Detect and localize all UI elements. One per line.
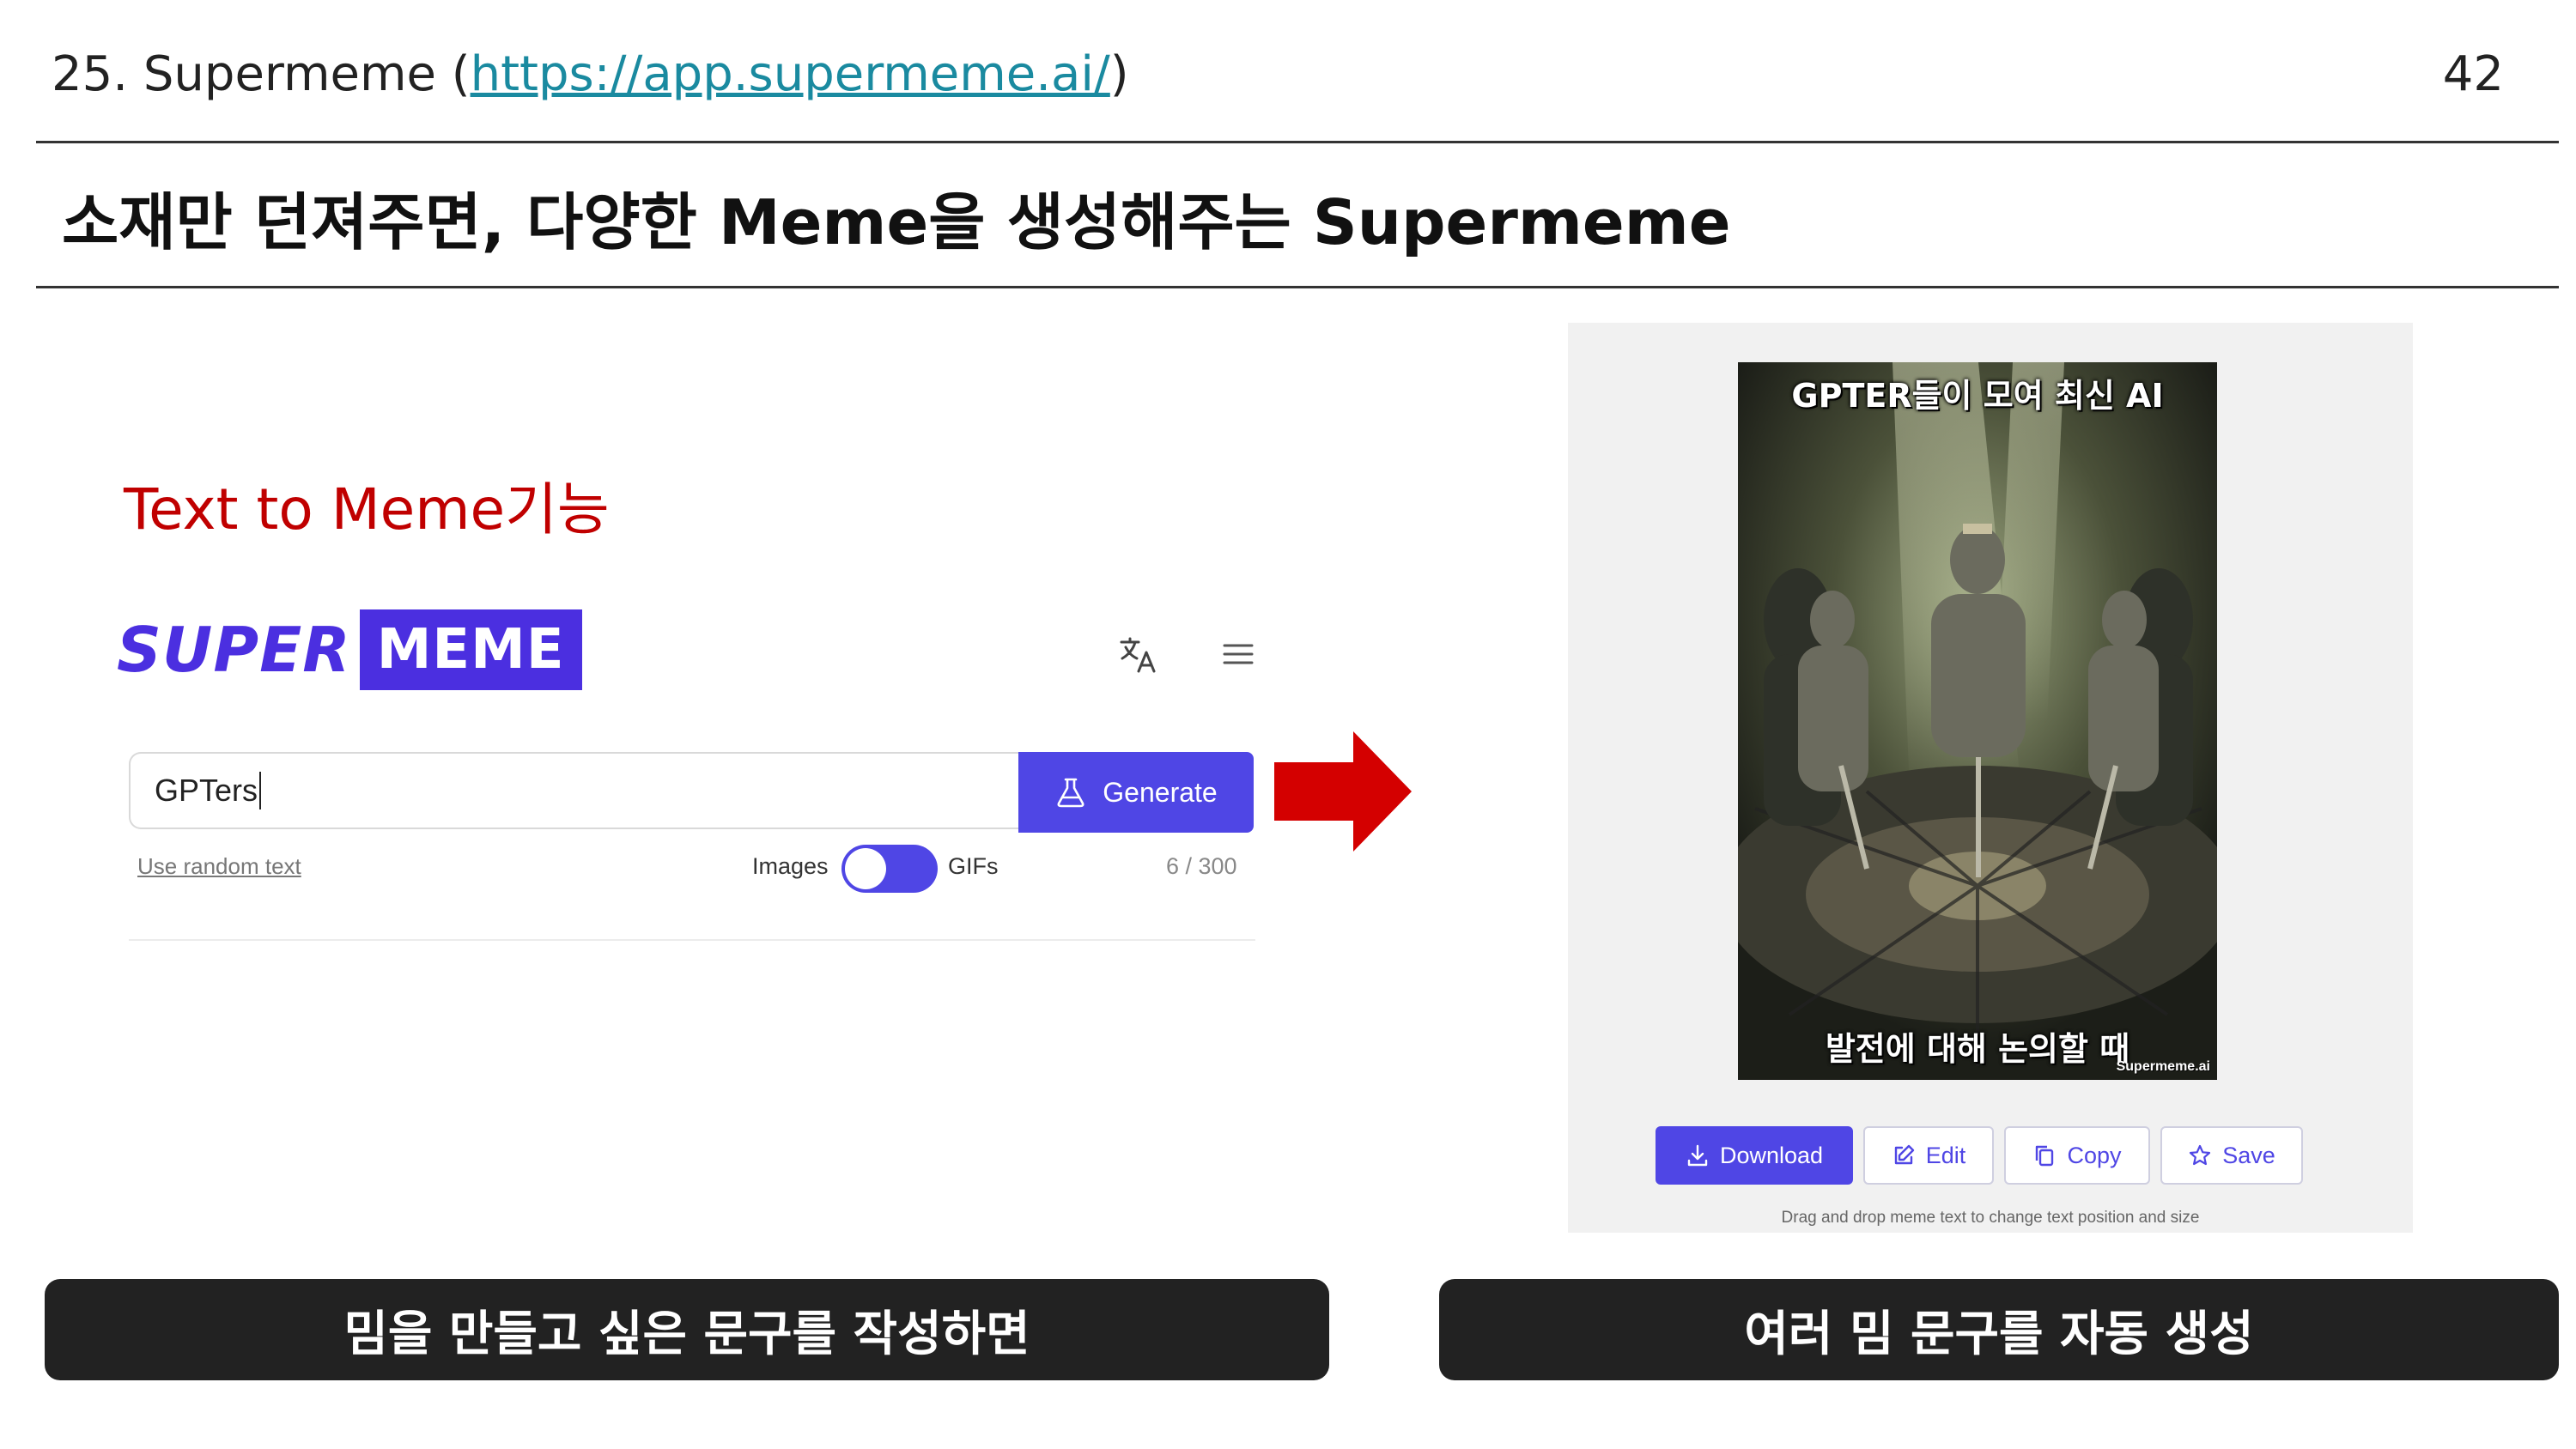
save-button-label: Save bbox=[2222, 1142, 2275, 1168]
hamburger-menu-icon[interactable] bbox=[1221, 639, 1255, 670]
caption-left-text: 밈을 만들고 싶은 문구를 작성하면 bbox=[343, 1306, 1030, 1362]
caption-right-text: 여러 밈 문구를 자동 생성 bbox=[1744, 1306, 2254, 1362]
edit-button[interactable]: Edit bbox=[1863, 1126, 1994, 1185]
title-divider bbox=[36, 286, 2559, 288]
images-gifs-toggle[interactable] bbox=[841, 845, 938, 893]
right-arrow-icon bbox=[1274, 731, 1412, 852]
generate-button-label: Generate bbox=[1103, 776, 1218, 808]
caption-right: 여러 밈 문구를 자동 생성 bbox=[1439, 1279, 2559, 1380]
caption-left: 밈을 만들고 싶은 문구를 작성하면 bbox=[45, 1279, 1329, 1380]
save-button[interactable]: Save bbox=[2160, 1126, 2303, 1185]
section-divider bbox=[129, 939, 1255, 941]
meme-image[interactable]: GPTER들이 모여 최신 AI 발전에 대해 논의할 때 Supermeme.… bbox=[1738, 362, 2217, 1080]
flask-icon bbox=[1057, 778, 1084, 808]
toggle-knob bbox=[845, 848, 886, 889]
download-button[interactable]: Download bbox=[1656, 1126, 1853, 1185]
meme-text-input[interactable]: GPTers bbox=[129, 752, 1018, 829]
meme-watermark: Supermeme.ai bbox=[2116, 1059, 2210, 1074]
slide-title: 소재만 던져주면, 다양한 Meme을 생성해주는 Supermeme bbox=[62, 186, 1731, 258]
drag-drop-hint: Drag and drop meme text to change text p… bbox=[1781, 1209, 2200, 1227]
copy-button[interactable]: Copy bbox=[2004, 1126, 2150, 1185]
text-caret bbox=[259, 772, 262, 809]
edit-button-label: Edit bbox=[1925, 1142, 1966, 1168]
character-counter: 6 / 300 bbox=[1166, 853, 1237, 879]
translate-icon[interactable] bbox=[1118, 634, 1159, 675]
use-random-text-link[interactable]: Use random text bbox=[137, 853, 301, 880]
download-button-label: Download bbox=[1719, 1142, 1824, 1168]
meme-text-input-value: GPTers bbox=[155, 773, 258, 808]
feature-label: Text to Meme기능 bbox=[124, 476, 610, 543]
header-suffix: ) bbox=[1109, 46, 1129, 102]
meme-input-group: GPTers Generate bbox=[129, 752, 1254, 833]
star-icon bbox=[2190, 1144, 2211, 1166]
copy-icon bbox=[2036, 1145, 2054, 1167]
images-toggle-label: Images bbox=[752, 853, 829, 879]
meme-artwork bbox=[1738, 362, 2217, 1080]
page-number: 42 bbox=[2442, 46, 2504, 102]
copy-button-label: Copy bbox=[2067, 1142, 2122, 1168]
logo-text-meme: MEME bbox=[376, 618, 565, 682]
gifs-toggle-label: GIFs bbox=[948, 853, 999, 879]
logo-meme-box: MEME bbox=[359, 609, 582, 690]
edit-icon bbox=[1894, 1144, 1914, 1165]
header-divider bbox=[36, 141, 2559, 143]
supermeme-logo[interactable]: SUPER MEME bbox=[117, 609, 582, 690]
logo-text-super: SUPER bbox=[117, 614, 351, 686]
slide-header: 25. Supermeme (https://app.supermeme.ai/… bbox=[52, 46, 1129, 102]
header-prefix: 25. Supermeme ( bbox=[52, 46, 471, 102]
download-icon bbox=[1687, 1144, 1708, 1167]
generate-button[interactable]: Generate bbox=[1018, 752, 1254, 833]
supermeme-link[interactable]: https://app.supermeme.ai/ bbox=[471, 46, 1110, 102]
meme-top-text[interactable]: GPTER들이 모여 최신 AI bbox=[1738, 369, 2217, 416]
